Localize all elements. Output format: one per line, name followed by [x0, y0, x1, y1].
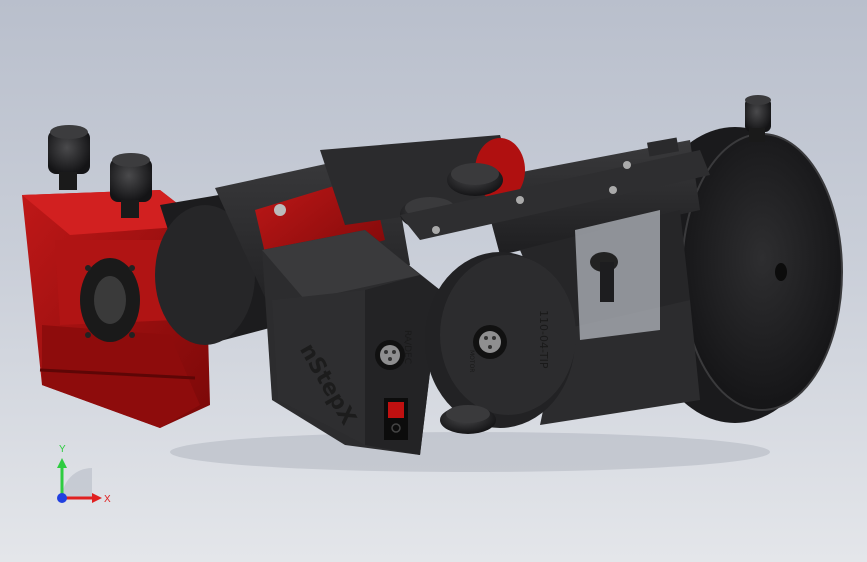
z-axis-icon	[57, 493, 67, 503]
y-axis-label: Y	[59, 444, 66, 455]
ra-dec-connector-port[interactable]	[375, 340, 405, 370]
model-shadow	[170, 432, 770, 472]
clamp-knob-left[interactable]	[48, 125, 90, 190]
housing-clutch-knob-1[interactable]	[447, 163, 503, 196]
x-axis-label: X	[104, 494, 111, 505]
motor-model-label: 110-04-TIP	[537, 310, 550, 369]
controller-box[interactable]: nStepX RA/DEC	[262, 230, 440, 455]
3d-viewport[interactable]: nStepX RA/DEC 110-04-TIP MOTOR Y X	[0, 0, 867, 562]
power-switch[interactable]	[384, 398, 408, 440]
cad-model-render[interactable]: nStepX RA/DEC 110-04-TIP MOTOR	[0, 0, 867, 562]
motor-connector-port[interactable]	[473, 325, 507, 359]
coordinate-triad: Y X	[57, 444, 111, 505]
motor-small-label: MOTOR	[468, 350, 475, 372]
